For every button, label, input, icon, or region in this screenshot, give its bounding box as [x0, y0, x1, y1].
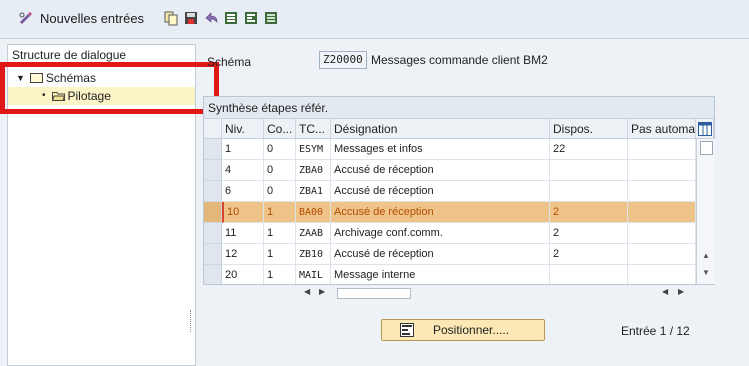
- cell-niv: 6: [222, 181, 264, 202]
- cell-designation: Accusé de réception: [331, 244, 550, 265]
- cell-designation: Accusé de réception: [331, 202, 550, 223]
- table-row[interactable]: 12 1 ZB10 Accusé de réception 2: [204, 244, 696, 265]
- cell-tc: ZB10: [296, 244, 331, 265]
- new-entries-label: Nouvelles entrées: [40, 10, 145, 26]
- cell-designation: Archivage conf.comm.: [331, 223, 550, 244]
- cell-niv: 20: [222, 265, 264, 284]
- application-toolbar: Nouvelles entrées: [0, 0, 749, 39]
- scroll-right-arrow-icon[interactable]: ▶: [678, 287, 684, 296]
- cell-niv: 12: [222, 244, 264, 265]
- row-selector[interactable]: [204, 223, 222, 244]
- cell-designation: Accusé de réception: [331, 160, 550, 181]
- scroll-right-arrow-icon[interactable]: ▶: [319, 287, 325, 296]
- cell-niv: 4: [222, 160, 264, 181]
- cell-niv: 1: [222, 139, 264, 160]
- table-settings-button[interactable]: [696, 119, 714, 139]
- copy-icon[interactable]: [163, 10, 179, 26]
- cell-tc: ZBA1: [296, 181, 331, 202]
- schema-code-field[interactable]: Z20000: [319, 51, 367, 69]
- vertical-scrollbar[interactable]: ▲ ▼: [696, 139, 715, 284]
- cell-dispos[interactable]: 2: [550, 223, 628, 244]
- cell-tc: ZBA0: [296, 160, 331, 181]
- scroll-up-arrow-icon[interactable]: ▲: [702, 251, 710, 260]
- scroll-down-arrow-icon[interactable]: ▼: [702, 268, 710, 277]
- cell-co: 1: [264, 223, 296, 244]
- cell-tc: ESYM: [296, 139, 331, 160]
- cell-pas-automa[interactable]: [628, 160, 696, 181]
- cell-designation: Message interne: [331, 265, 550, 284]
- schema-label: Schéma: [207, 55, 252, 69]
- cell-dispos[interactable]: [550, 181, 628, 202]
- row-selector[interactable]: [204, 244, 222, 265]
- cell-dispos[interactable]: [550, 160, 628, 181]
- row-selector[interactable]: [204, 160, 222, 181]
- table-row-selected[interactable]: 10 1 BA00 Accusé de réception 2: [204, 202, 696, 223]
- cell-niv: 11: [222, 223, 264, 244]
- deselect-icon[interactable]: [263, 10, 279, 26]
- table-settings-icon: [698, 122, 712, 136]
- table-row[interactable]: 6 0 ZBA1 Accusé de réception: [204, 181, 696, 202]
- scroll-left-arrow-icon[interactable]: ◀: [662, 287, 668, 296]
- col-header-niv[interactable]: Niv.: [222, 119, 264, 139]
- position-button-label: Positionner.....: [433, 323, 510, 337]
- cell-pas-automa[interactable]: [628, 139, 696, 160]
- table-row[interactable]: 20 1 MAIL Message interne: [204, 265, 696, 284]
- save-icon[interactable]: [183, 10, 199, 26]
- cell-niv: 10: [222, 202, 264, 223]
- new-entries-button[interactable]: Nouvelles entrées: [18, 10, 144, 26]
- scroll-thumb-horizontal[interactable]: [337, 288, 411, 299]
- col-header-dispos[interactable]: Dispos.: [550, 119, 628, 139]
- table-row[interactable]: 11 1 ZAAB Archivage conf.comm. 2: [204, 223, 696, 244]
- cell-pas-automa[interactable]: [628, 223, 696, 244]
- col-header-tc[interactable]: TC...: [296, 119, 331, 139]
- cell-dispos[interactable]: 2: [550, 244, 628, 265]
- pen-glasses-icon: [19, 12, 32, 24]
- cell-tc: MAIL: [296, 265, 331, 284]
- cell-dispos[interactable]: 22: [550, 139, 628, 160]
- red-highlight-annotation: [0, 62, 219, 114]
- cell-co: 0: [264, 181, 296, 202]
- cell-tc: ZAAB: [296, 223, 331, 244]
- schema-description: Messages commande client BM2: [371, 53, 548, 67]
- undo-icon[interactable]: [203, 10, 219, 26]
- scroll-thumb[interactable]: [700, 141, 713, 155]
- cell-dispos[interactable]: [550, 265, 628, 284]
- col-header-co[interactable]: Co...: [264, 119, 296, 139]
- cell-pas-automa[interactable]: [628, 265, 696, 284]
- row-selector[interactable]: [204, 265, 222, 284]
- row-selector[interactable]: [204, 202, 222, 223]
- col-header-designation[interactable]: Désignation: [331, 119, 550, 139]
- row-selector[interactable]: [204, 139, 222, 160]
- entry-counter: Entrée 1 / 12: [621, 324, 690, 338]
- select-all-icon[interactable]: [223, 10, 239, 26]
- cell-co: 0: [264, 160, 296, 181]
- cell-dispos[interactable]: 2: [550, 202, 628, 223]
- cell-co: 1: [264, 265, 296, 284]
- table-title: Synthèse étapes référ.: [204, 97, 714, 119]
- cell-pas-automa[interactable]: [628, 202, 696, 223]
- select-all-rows-cell[interactable]: [204, 119, 222, 139]
- cell-co: 1: [264, 244, 296, 265]
- row-selector[interactable]: [204, 181, 222, 202]
- steps-table: Synthèse étapes référ. Niv. Co... TC... …: [203, 96, 715, 285]
- table-row[interactable]: 1 0 ESYM Messages et infos 22: [204, 139, 696, 160]
- position-icon: [400, 323, 414, 337]
- splitter-handle[interactable]: [190, 310, 193, 332]
- cell-tc: BA00: [296, 202, 331, 223]
- cell-designation: Messages et infos: [331, 139, 550, 160]
- scroll-left-arrow-icon[interactable]: ◀: [304, 287, 310, 296]
- select-block-icon[interactable]: [243, 10, 259, 26]
- position-button[interactable]: Positionner.....: [381, 319, 545, 341]
- col-header-pas-automa[interactable]: Pas automa: [628, 119, 696, 139]
- cell-pas-automa[interactable]: [628, 244, 696, 265]
- cell-pas-automa[interactable]: [628, 181, 696, 202]
- horizontal-scrollbar[interactable]: ◀ ▶ ◀ ▶: [203, 285, 713, 301]
- cell-designation: Accusé de réception: [331, 181, 550, 202]
- cell-co: 0: [264, 139, 296, 160]
- cell-co: 1: [264, 202, 296, 223]
- table-row[interactable]: 4 0 ZBA0 Accusé de réception: [204, 160, 696, 181]
